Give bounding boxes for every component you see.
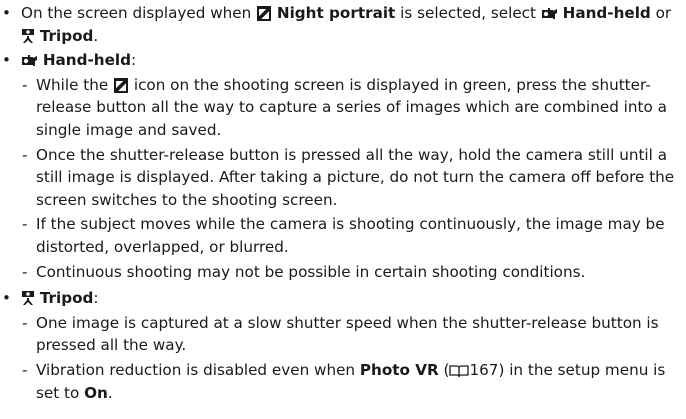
night-portrait-icon xyxy=(257,6,272,21)
dash-marker: - xyxy=(22,145,28,164)
hand-held-item: - Once the shutter-release button is pre… xyxy=(22,145,675,209)
dash-marker: - xyxy=(22,313,28,332)
night-portrait-label: Night portrait xyxy=(276,4,396,22)
photo-vr-label: Photo VR xyxy=(359,360,439,379)
intro-text: On the screen displayed when xyxy=(21,4,257,22)
dash-marker: - xyxy=(22,360,28,379)
intro-bullet: • On the screen displayed when Night por… xyxy=(2,4,672,45)
tripod-bullet: • Tripod: xyxy=(0,287,686,310)
document: • On the screen displayed when Night por… xyxy=(0,0,686,404)
on-setting-label: On xyxy=(84,383,108,402)
night-portrait-icon xyxy=(114,77,129,93)
hand-held-item: - While the icon on the shooting screen … xyxy=(22,75,667,139)
bullet-dot: • xyxy=(2,4,11,22)
hand-held-bullet: • Hand-held: xyxy=(0,49,686,72)
book-icon xyxy=(449,365,470,378)
hand-held-item: - If the subject moves while the camera … xyxy=(22,215,665,256)
dash-marker: - xyxy=(22,75,28,94)
tripod-heading: Tripod xyxy=(39,289,94,308)
tripod-label: Tripod xyxy=(39,26,94,45)
dash-marker: - xyxy=(22,262,28,281)
tripod-icon xyxy=(22,291,34,306)
hand-held-icon xyxy=(541,8,557,19)
dash-marker: - xyxy=(22,215,28,234)
tripod-item: - One image is captured at a slow shutte… xyxy=(22,313,659,355)
bullet-dot: • xyxy=(2,51,11,70)
hand-held-item: - Continuous shooting may not be possibl… xyxy=(0,261,686,284)
bullet-dot: • xyxy=(2,289,11,308)
page-reference[interactable]: 167 xyxy=(469,361,498,379)
hand-held-label: Hand-held xyxy=(562,4,651,22)
hand-held-icon xyxy=(22,55,37,67)
tripod-icon xyxy=(22,28,34,43)
tripod-item: - Vibration reduction is disabled even w… xyxy=(22,360,666,402)
hand-held-heading: Hand-held xyxy=(42,51,131,70)
